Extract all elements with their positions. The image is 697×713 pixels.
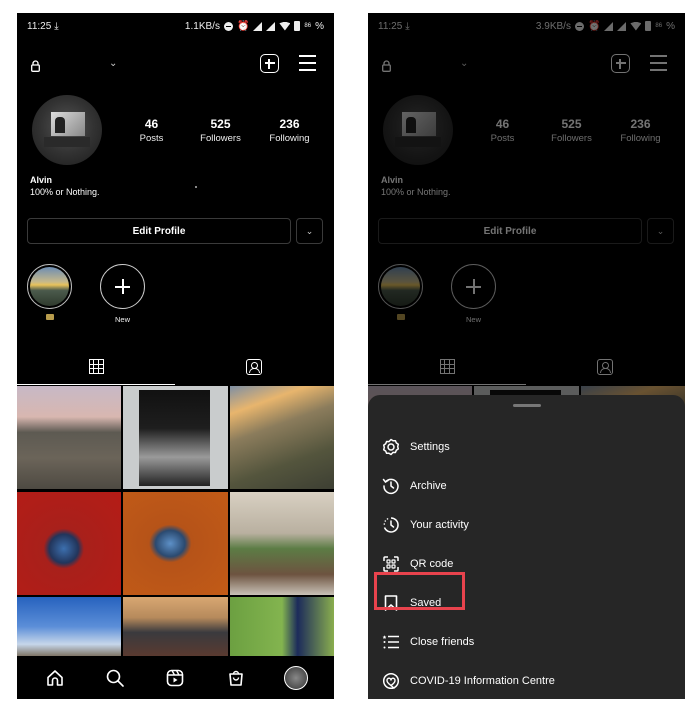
- battery-icon: [294, 21, 301, 31]
- following-count[interactable]: 236 Following: [255, 117, 324, 144]
- stat-label: Following: [269, 133, 310, 144]
- create-post-icon[interactable]: [260, 54, 279, 73]
- nav-search[interactable]: [99, 662, 131, 694]
- highlight-cover: [30, 267, 69, 306]
- new-highlight-label: New: [114, 315, 130, 324]
- battery-level: 86: [304, 23, 312, 29]
- status-icons: 1.1KB/s ⏰ 86 %: [185, 21, 324, 32]
- profile-stats: 46 Posts 525 Followers 236 Following: [117, 117, 324, 144]
- new-highlight[interactable]: New: [100, 264, 145, 324]
- menu-item-label: Settings: [410, 441, 450, 453]
- status-bar: 11:25 ⤓ 1.1KB/s ⏰ 86 %: [17, 13, 334, 39]
- stat-value: 525: [210, 117, 231, 131]
- archive-icon: [382, 478, 399, 495]
- menu-item-covid-info[interactable]: COVID-19 Information Centre: [368, 662, 685, 699]
- profile-name: Alvin: [30, 175, 53, 185]
- nav-reels[interactable]: [159, 662, 191, 694]
- suggestions-dropdown-button[interactable]: ⌄: [296, 218, 323, 244]
- menu-item-label: COVID-19 Information Centre: [410, 675, 555, 687]
- stat-value: 236: [279, 117, 300, 131]
- charging-icon: %: [315, 20, 324, 32]
- clock: 11:25: [27, 20, 52, 32]
- chevron-down-icon: ⌄: [305, 225, 314, 236]
- nav-profile[interactable]: [280, 662, 312, 694]
- status-time: 11:25 ⤓: [27, 21, 59, 32]
- qr-code-icon: [383, 556, 399, 572]
- search-icon: [106, 669, 125, 687]
- posts-grid: [17, 386, 334, 657]
- tab-posts-grid[interactable]: [17, 349, 175, 385]
- dnd-icon: [223, 21, 233, 31]
- menu-item-label: Close friends: [410, 636, 475, 648]
- menu-item-close-friends[interactable]: Close friends: [368, 623, 685, 661]
- profile-tabs: [17, 349, 334, 385]
- nav-home[interactable]: [39, 662, 71, 694]
- stat-value: 46: [144, 117, 159, 131]
- post-thumbnail[interactable]: [229, 597, 334, 657]
- menu-item-settings[interactable]: Settings: [368, 428, 685, 466]
- download-icon: ⤓: [54, 20, 59, 32]
- account-switcher-chevron-icon[interactable]: ⌄: [109, 58, 117, 69]
- edit-profile-button[interactable]: Edit Profile: [27, 218, 291, 244]
- bio-dot: [195, 186, 197, 188]
- profile-header: ⌄: [17, 51, 334, 79]
- stat-label: Followers: [200, 133, 241, 144]
- plus-icon: [100, 264, 145, 309]
- grid-icon: [88, 359, 104, 374]
- post-thumbnail[interactable]: [229, 491, 334, 595]
- settings-icon: [382, 438, 400, 456]
- bottom-navigation: [17, 657, 334, 699]
- post-thumbnail[interactable]: [17, 597, 122, 657]
- profile-screen: 11:25 ⤓ 1.1KB/s ⏰ 86 % ⌄ 46 Posts 525 Fo…: [17, 13, 334, 699]
- saved-highlight-box: [374, 572, 465, 610]
- wifi-icon: [279, 21, 291, 31]
- menu-item-label: QR code: [410, 558, 454, 570]
- post-thumbnail[interactable]: [17, 386, 122, 489]
- profile-avatar[interactable]: [32, 95, 102, 165]
- nav-shop[interactable]: [220, 662, 252, 694]
- hamburger-menu-icon[interactable]: [299, 55, 316, 71]
- activity-icon: [383, 517, 399, 533]
- post-thumbnail[interactable]: [123, 491, 228, 595]
- followers-count[interactable]: 525 Followers: [186, 117, 255, 144]
- covid-info-icon: [382, 672, 400, 690]
- posts-count[interactable]: 46 Posts: [117, 117, 186, 144]
- alarm-icon: ⏰: [236, 20, 250, 32]
- menu-item-archive[interactable]: Archive: [368, 467, 685, 505]
- sheet-drag-handle[interactable]: [512, 404, 541, 407]
- shop-bag-icon: [228, 670, 243, 686]
- network-speed: 1.1KB/s: [184, 20, 220, 32]
- menu-item-label: Archive: [410, 480, 447, 492]
- post-thumbnail[interactable]: [17, 491, 122, 595]
- menu-item-your-activity[interactable]: Your activity: [368, 506, 685, 544]
- reels-icon: [167, 669, 184, 687]
- post-thumbnail[interactable]: [229, 386, 334, 489]
- post-thumbnail[interactable]: [123, 597, 228, 657]
- profile-bio: Alvin 100% or Nothing.: [30, 174, 100, 198]
- lock-icon: [31, 60, 40, 72]
- story-highlight[interactable]: [27, 264, 72, 320]
- profile-avatar-small: [283, 666, 308, 690]
- post-thumbnail[interactable]: [123, 386, 228, 489]
- menu-item-label: Your activity: [410, 519, 469, 531]
- tab-tagged[interactable]: [175, 349, 333, 385]
- home-icon: [47, 670, 63, 686]
- profile-screen-with-menu: 11:25 ⤓ 3.9KB/s ⏰ 86 % ⌄ 46 Posts: [368, 13, 685, 699]
- tagged-person-icon: [246, 359, 262, 375]
- signal-icon: [253, 21, 263, 31]
- stat-label: Posts: [139, 133, 164, 144]
- signal-icon-2: [266, 21, 276, 31]
- highlight-emoji-label: [45, 314, 54, 320]
- bio-text: 100% or Nothing.: [30, 187, 100, 197]
- profile-menu-sheet: Settings Archive Your activity QR code S…: [368, 395, 685, 699]
- close-friends-icon: [382, 635, 399, 649]
